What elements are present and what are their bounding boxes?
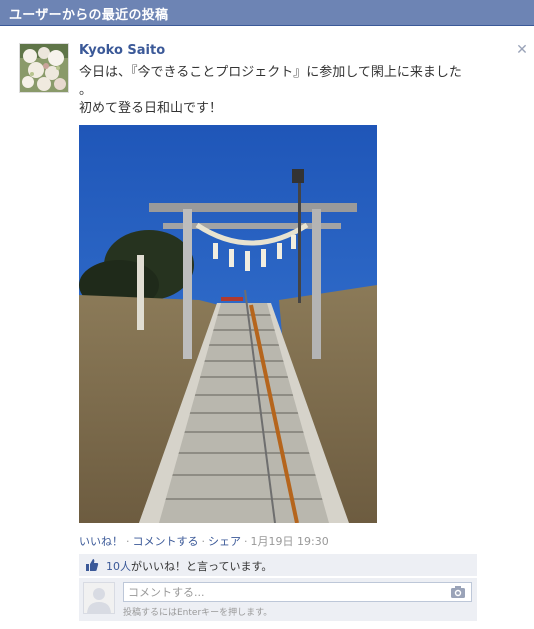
- like-link[interactable]: いいね！: [79, 535, 123, 548]
- comment-input[interactable]: [123, 582, 472, 602]
- default-user-icon: [87, 588, 111, 613]
- post-message: 今日は、『今できることプロジェクト』に参加して閑上に来ました 。 初めて登る日和…: [79, 64, 479, 118]
- close-icon[interactable]: ✕: [515, 43, 529, 57]
- separator: ·: [201, 535, 206, 548]
- comment-link[interactable]: コメントする: [133, 535, 199, 548]
- share-link[interactable]: シェア: [208, 535, 241, 548]
- likes-label: がいいね！と言っています。: [131, 560, 273, 573]
- flower-bouquet-image: [20, 44, 68, 92]
- thumbs-up-icon: [86, 559, 99, 571]
- post-actions: いいね！ · コメントする · シェア · 1月19日 19:30: [79, 533, 329, 549]
- likes-count-link[interactable]: 10人: [106, 560, 131, 573]
- comment-hint: 投稿するにはEnterキーを押します。: [123, 608, 273, 618]
- likes-summary: 10人がいいね！と言っています。: [79, 554, 477, 576]
- camera-icon[interactable]: [450, 585, 466, 599]
- message-line: 。: [79, 83, 93, 98]
- torii-stairway-image: [79, 125, 377, 523]
- post-photo[interactable]: [79, 125, 377, 523]
- page-header: ユーザーからの最近の投稿: [0, 0, 534, 26]
- likes-text: 10人がいいね！と言っています。: [106, 558, 272, 574]
- separator: ·: [244, 535, 248, 548]
- separator: ·: [126, 535, 130, 548]
- message-line: 初めて登る日和山です！: [79, 101, 223, 116]
- author-avatar[interactable]: [19, 43, 69, 93]
- message-line: 今日は、『今できることプロジェクト』に参加して閑上に来ました: [79, 65, 462, 80]
- viewer-avatar: [83, 582, 115, 614]
- post-author-name[interactable]: Kyoko Saito: [79, 43, 165, 58]
- header-title: ユーザーからの最近の投稿: [9, 8, 169, 23]
- post-timestamp[interactable]: 1月19日 19:30: [251, 535, 329, 548]
- comment-composer: 投稿するにはEnterキーを押します。: [79, 577, 477, 621]
